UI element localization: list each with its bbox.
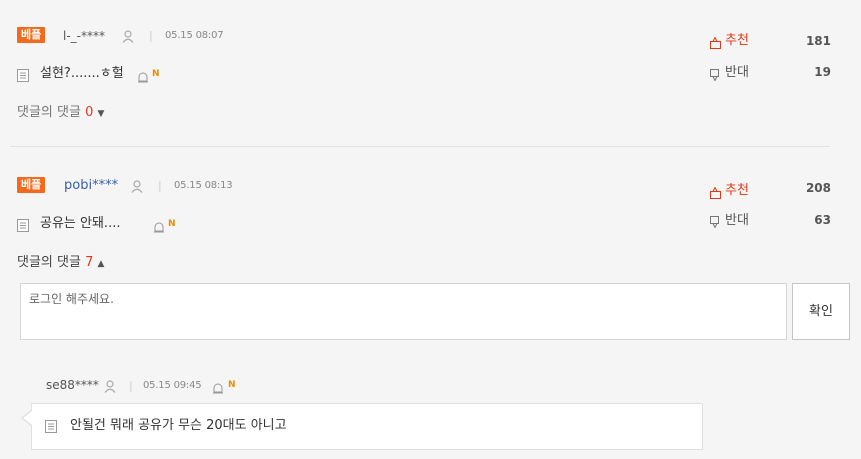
reply-content-box: 안될건 뭐래 공유가 무슨 20대도 아니고 — [31, 403, 703, 450]
thumbs-down-icon[interactable] — [710, 66, 721, 85]
upvote-button[interactable]: 추천 — [725, 183, 749, 199]
new-icon: N — [168, 219, 176, 229]
reply-toggle[interactable]: 댓글의 댓글 7 ▲ — [17, 254, 104, 273]
reply-time: 05.15 09:45 — [143, 380, 202, 391]
comment-text: 설현?.......ㅎ헐 — [40, 66, 124, 81]
report-icon[interactable] — [137, 68, 149, 87]
report-icon[interactable] — [212, 379, 224, 398]
reply-toggle-label: 댓글의 댓글 — [17, 105, 81, 120]
report-icon[interactable] — [153, 218, 165, 237]
comment-text: 공유는 안돼.... — [40, 216, 121, 231]
upvote-count: 181 — [805, 34, 831, 48]
downvote-count: 63 — [814, 213, 831, 227]
thumbs-up-icon[interactable] — [710, 184, 721, 203]
divider — [10, 146, 830, 147]
comment-time: 05.15 08:07 — [165, 30, 224, 41]
thumbs-down-icon[interactable] — [710, 213, 721, 232]
thumbs-up-icon[interactable] — [710, 34, 721, 53]
document-icon — [17, 67, 29, 86]
best-badge: 베플 — [17, 27, 46, 43]
comment-author[interactable]: pobi**** — [64, 178, 118, 194]
reply-count: 7 — [85, 255, 94, 270]
document-icon — [17, 217, 29, 236]
separator: | — [158, 179, 162, 192]
comment-author[interactable]: l-_-**** — [63, 28, 105, 44]
new-icon: N — [228, 380, 236, 390]
user-profile-icon[interactable] — [131, 178, 143, 197]
document-icon — [45, 420, 57, 437]
upvote-count: 208 — [805, 181, 831, 195]
confirm-button[interactable]: 확인 — [792, 283, 850, 340]
separator: | — [149, 29, 153, 42]
reply-author[interactable]: se88**** — [46, 377, 99, 393]
downvote-button[interactable]: 반대 — [725, 65, 749, 81]
reply-input[interactable]: 로그인 해주세요. — [20, 283, 787, 340]
user-profile-icon[interactable] — [122, 28, 134, 47]
reply-toggle[interactable]: 댓글의 댓글 0 ▼ — [17, 104, 104, 123]
reply-count: 0 — [85, 105, 94, 120]
chevron-down-icon: ▼ — [97, 109, 105, 119]
downvote-button[interactable]: 반대 — [725, 213, 749, 229]
reply-toggle-label: 댓글의 댓글 — [17, 255, 81, 270]
comment-time: 05.15 08:13 — [174, 180, 233, 191]
best-badge: 베플 — [17, 177, 46, 193]
new-icon: N — [152, 69, 160, 79]
user-profile-icon[interactable] — [104, 378, 116, 397]
chevron-up-icon: ▲ — [97, 259, 105, 269]
separator: | — [129, 379, 133, 392]
downvote-count: 19 — [814, 65, 831, 79]
reply-text: 안될건 뭐래 공유가 무슨 20대도 아니고 — [70, 418, 287, 433]
speech-arrow-inner — [23, 411, 32, 425]
upvote-button[interactable]: 추천 — [725, 33, 749, 49]
reply-input-placeholder: 로그인 해주세요. — [29, 292, 114, 306]
